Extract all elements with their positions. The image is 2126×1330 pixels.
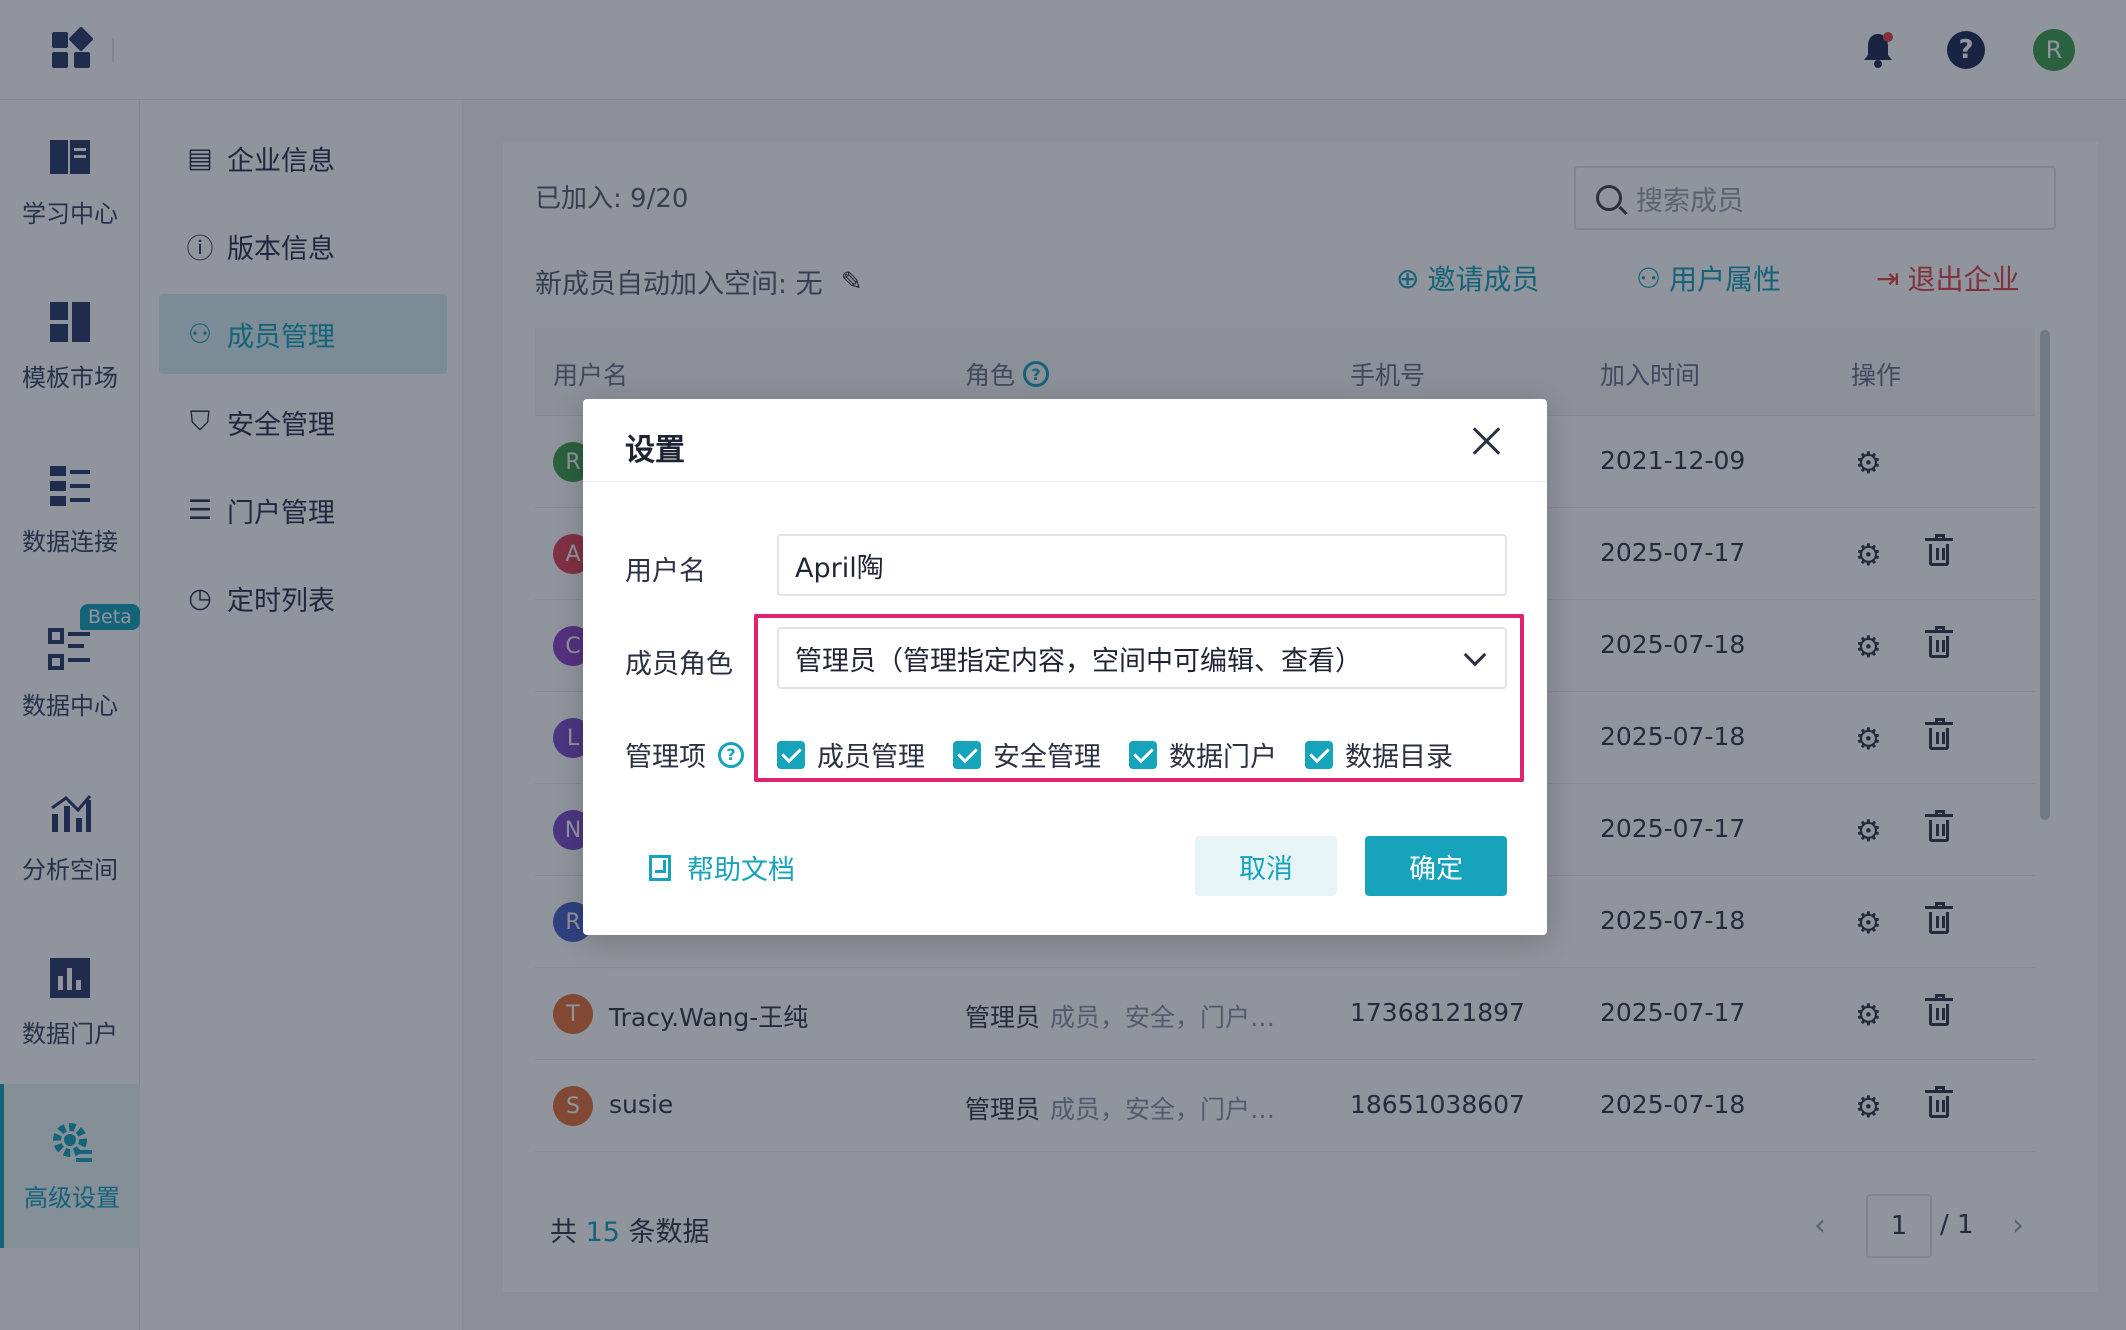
- checkbox-security-management[interactable]: 安全管理: [953, 735, 1101, 774]
- manage-items-checkboxes: 成员管理 安全管理 数据门户 数据目录: [777, 735, 1481, 774]
- settings-dialog: 设置 用户名 April陶 成员角色 管理员（管理指定内容，空间中可编辑、查看）…: [583, 399, 1547, 935]
- role-label: 成员角色: [625, 649, 733, 680]
- confirm-button[interactable]: 确定: [1365, 836, 1507, 896]
- dialog-title: 设置: [625, 433, 685, 468]
- help-doc-link[interactable]: 帮助文档: [649, 848, 795, 887]
- help-icon[interactable]: ?: [718, 741, 744, 768]
- checkbox-data-portal[interactable]: 数据门户: [1129, 735, 1277, 774]
- chevron-down-icon: [1463, 643, 1487, 667]
- manage-items-label: 管理项 ?: [625, 735, 744, 774]
- checkbox-checked-icon: [953, 740, 981, 769]
- username-field[interactable]: April陶: [777, 534, 1507, 596]
- cancel-button[interactable]: 取消: [1195, 836, 1337, 896]
- checkbox-checked-icon: [1129, 740, 1157, 769]
- divider: [583, 481, 1547, 482]
- book-icon: [649, 854, 671, 881]
- checkbox-member-management[interactable]: 成员管理: [777, 735, 925, 774]
- username-label: 用户名: [625, 556, 706, 587]
- role-select[interactable]: 管理员（管理指定内容，空间中可编辑、查看）: [777, 627, 1507, 689]
- checkbox-checked-icon: [1305, 740, 1333, 769]
- close-icon[interactable]: [1469, 423, 1505, 459]
- checkbox-checked-icon: [777, 740, 805, 769]
- checkbox-data-catalog[interactable]: 数据目录: [1305, 735, 1453, 774]
